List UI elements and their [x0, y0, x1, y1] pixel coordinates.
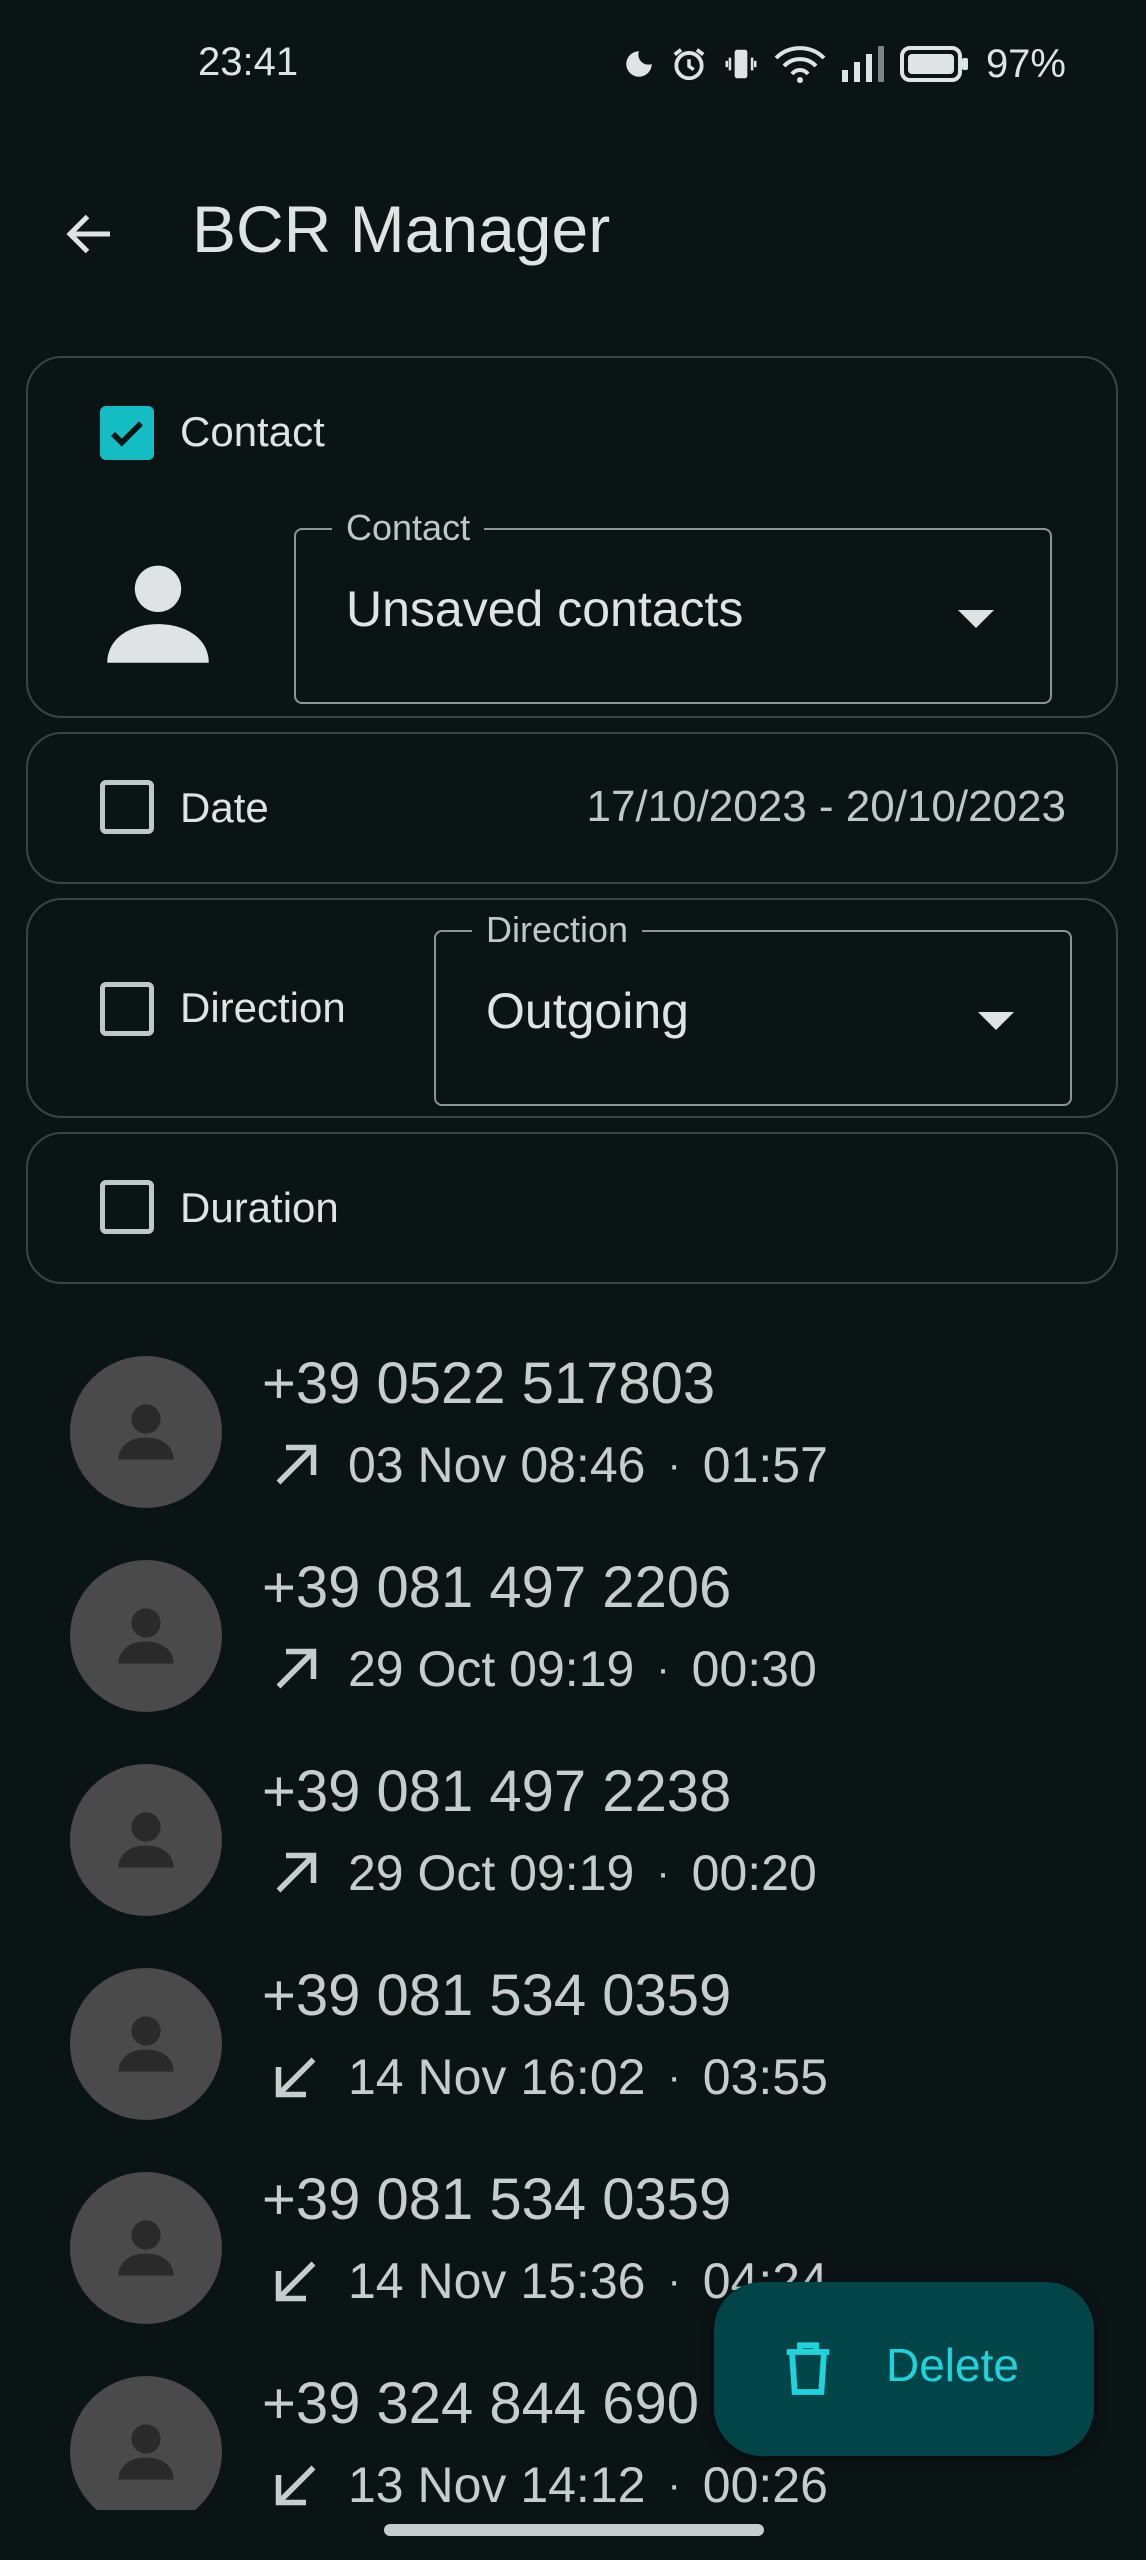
filter-card-date: Date 17/10/2023 - 20/10/2023 — [26, 732, 1118, 884]
contact-field-value: Unsaved contacts — [346, 581, 744, 637]
call-datetime: 29 Oct 09:19 — [348, 1845, 635, 1901]
call-list-item[interactable]: +39 081 497 2238 29 Oct 09:19 · 00:20 — [0, 1738, 1146, 1942]
date-range-value[interactable]: 17/10/2023 - 20/10/2023 — [586, 782, 1066, 832]
phone-number: +39 081 534 0359 — [262, 2167, 732, 2232]
app-bar: BCR Manager — [0, 170, 1146, 290]
duration-filter-label: Duration — [180, 1184, 339, 1231]
call-list-item[interactable]: +39 081 497 2206 29 Oct 09:19 · 00:30 — [0, 1534, 1146, 1738]
person-icon — [107, 565, 209, 663]
person-icon — [118, 1404, 174, 1460]
contact-field-label: Contact — [332, 504, 485, 552]
person-icon — [118, 2016, 174, 2072]
alarm-icon — [673, 48, 705, 81]
contact-filter-label: Contact — [180, 408, 325, 455]
date-filter-label: Date — [180, 784, 269, 831]
direction-filter-label: Direction — [180, 984, 346, 1031]
call-details: 03 Nov 08:46 · 01:57 — [266, 1430, 828, 1500]
date-checkbox[interactable] — [100, 780, 154, 834]
call-list-item[interactable]: +39 0522 517803 03 Nov 08:46 · 01:57 — [0, 1330, 1146, 1534]
incoming-call-icon — [275, 2057, 316, 2098]
separator-dot: · — [667, 1442, 681, 1487]
call-details: 13 Nov 14:12 · 00:26 — [266, 2450, 828, 2510]
avatar — [70, 1356, 222, 1508]
contact-checkbox[interactable] — [100, 406, 154, 460]
signal-icon — [841, 46, 884, 82]
call-details: 29 Oct 09:19 · 00:30 — [266, 1634, 817, 1704]
call-datetime: 14 Nov 15:36 — [348, 2253, 646, 2309]
direction-checkbox[interactable] — [100, 982, 154, 1036]
moon-icon — [626, 51, 652, 77]
phone-number: +39 324 844 690 — [262, 2371, 700, 2436]
person-icon — [118, 2220, 174, 2276]
call-duration: 00:20 — [691, 1845, 817, 1901]
filter-card-direction: Direction Direction Outgoing — [26, 898, 1118, 1118]
trash-icon — [786, 2342, 830, 2395]
avatar — [70, 1560, 222, 1712]
call-datetime: 29 Oct 09:19 — [348, 1641, 635, 1697]
separator-dot: · — [667, 2054, 681, 2099]
person-icon — [118, 1812, 174, 1868]
person-icon — [118, 2424, 174, 2480]
back-button[interactable] — [50, 194, 130, 274]
wifi-icon — [774, 46, 826, 83]
direction-field-value: Outgoing — [486, 983, 689, 1039]
avatar — [70, 2172, 222, 2324]
status-icons: 97% — [622, 40, 1066, 88]
filter-card-duration: Duration — [26, 1132, 1118, 1284]
status-time: 23:41 — [198, 40, 299, 84]
call-datetime: 14 Nov 16:02 — [348, 2049, 646, 2105]
delete-button[interactable]: Delete — [714, 2282, 1094, 2456]
separator-dot: · — [656, 1850, 670, 1895]
duration-checkbox[interactable] — [100, 1180, 154, 1234]
call-details: 14 Nov 16:02 · 03:55 — [266, 2042, 828, 2112]
phone-number: +39 0522 517803 — [262, 1351, 716, 1416]
page-title: BCR Manager — [192, 192, 611, 266]
call-details: 29 Oct 09:19 · 00:20 — [266, 1838, 817, 1908]
battery-percent: 97% — [985, 41, 1066, 86]
outgoing-call-icon — [276, 1852, 317, 1893]
call-duration: 01:57 — [702, 1437, 828, 1493]
status-bar: 23:41 97% — [0, 0, 1146, 130]
avatar — [70, 1764, 222, 1916]
separator-dot: · — [667, 2462, 681, 2507]
direction-dropdown[interactable]: Direction Outgoing — [434, 906, 1072, 1106]
direction-field-label: Direction — [472, 906, 643, 954]
phone-number: +39 081 497 2238 — [262, 1759, 732, 1824]
contact-dropdown[interactable]: Contact Unsaved contacts — [294, 504, 1052, 704]
call-datetime: 13 Nov 14:12 — [348, 2457, 646, 2510]
incoming-call-icon — [275, 2261, 316, 2302]
gesture-bar — [384, 2524, 764, 2536]
battery-icon — [899, 46, 968, 82]
arrow-back-icon — [66, 214, 110, 254]
outgoing-call-icon — [276, 1648, 317, 1689]
separator-dot: · — [667, 2258, 681, 2303]
person-icon — [118, 1608, 174, 1664]
avatar — [70, 1968, 222, 2120]
incoming-call-icon — [275, 2465, 316, 2506]
check-icon — [111, 421, 143, 447]
dropdown-arrow-icon — [978, 1012, 1014, 1030]
call-duration: 03:55 — [702, 2049, 828, 2105]
avatar — [70, 2376, 222, 2510]
separator-dot: · — [656, 1646, 670, 1691]
phone-number: +39 081 497 2206 — [262, 1555, 732, 1620]
call-list-item[interactable]: +39 081 534 0359 14 Nov 16:02 · 03:55 — [0, 1942, 1146, 2146]
delete-button-label: Delete — [886, 2339, 1019, 2391]
outgoing-call-icon — [276, 1444, 317, 1485]
phone-number: +39 081 534 0359 — [262, 1963, 732, 2028]
filter-card-contact: Contact Contact Unsaved contacts — [26, 356, 1118, 718]
dropdown-arrow-icon — [958, 610, 994, 628]
call-duration: 00:26 — [702, 2457, 828, 2510]
call-datetime: 03 Nov 08:46 — [348, 1437, 646, 1493]
call-duration: 00:30 — [691, 1641, 817, 1697]
vibrate-icon — [725, 49, 757, 79]
